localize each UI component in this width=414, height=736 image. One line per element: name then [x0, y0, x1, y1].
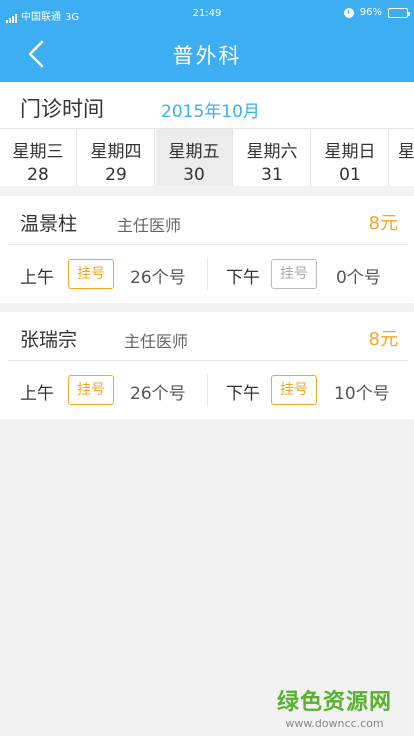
schedule-label: 门诊时间: [20, 97, 104, 121]
watermark-url: www.downcc.com: [285, 717, 384, 730]
alarm-clock-icon: [343, 7, 354, 18]
schedule-header: 门诊时间 2015年10月: [0, 82, 414, 128]
watermark-title: 绿色资源网: [276, 690, 392, 715]
doctor-card: 温景柱 主任医师 8元 上午 挂号 26个号 下午 挂号 0个号: [0, 196, 414, 303]
date-number: 29: [105, 165, 127, 185]
date-cell-partial[interactable]: 星: [390, 129, 414, 186]
divider: [8, 360, 408, 361]
date-cell[interactable]: 星期六 31: [234, 129, 311, 186]
morning-slot-count: 26个号: [130, 268, 186, 288]
date-number: 31: [261, 165, 283, 185]
doctor-name: 温景柱: [20, 213, 78, 235]
date-number: 01: [339, 165, 361, 185]
date-number: 28: [27, 165, 49, 185]
doctor-card: 张瑞宗 主任医师 8元 上午 挂号 26个号 下午 挂号 10个号: [0, 312, 414, 419]
top-bar: 中国联通 3G 21:49 96% 普外科: [0, 0, 414, 82]
afternoon-label: 下午: [226, 268, 260, 288]
doctor-price: 8元: [368, 329, 398, 350]
date-weekday: 星期六: [246, 142, 298, 162]
afternoon-register-button: 挂号: [271, 259, 317, 289]
divider: [8, 244, 408, 245]
date-strip[interactable]: 星期三 28 星期四 29 星期五 30 星期六 31 星期日 01 星: [0, 128, 414, 186]
watermark: 绿色资源网 www.downcc.com: [277, 684, 392, 730]
afternoon-label: 下午: [226, 384, 260, 404]
morning-register-button[interactable]: 挂号: [68, 375, 114, 405]
date-number: 30: [183, 165, 205, 185]
morning-label: 上午: [20, 384, 54, 404]
afternoon-slot-count: 10个号: [334, 384, 390, 404]
date-weekday: 星期三: [12, 142, 64, 162]
battery-percent: 96%: [359, 7, 382, 18]
date-cell-selected[interactable]: 星期五 30: [156, 129, 233, 186]
date-cell[interactable]: 星期日 01: [312, 129, 389, 186]
status-right: 96%: [343, 7, 410, 18]
slot-separator: [207, 258, 208, 290]
doctor-title: 主任医师: [117, 216, 182, 235]
doctor-title: 主任医师: [124, 332, 189, 351]
date-weekday: 星期日: [324, 142, 376, 162]
status-bar: 中国联通 3G 21:49 96%: [0, 0, 414, 26]
afternoon-register-button[interactable]: 挂号: [271, 375, 317, 405]
schedule-month[interactable]: 2015年10月: [161, 97, 260, 122]
date-weekday: 星期四: [90, 142, 142, 162]
morning-slot-count: 26个号: [130, 384, 186, 404]
afternoon-slot-count: 0个号: [336, 268, 381, 288]
date-weekday: 星期五: [168, 142, 220, 162]
page-title: 普外科: [172, 44, 242, 68]
doctor-price: 8元: [368, 213, 398, 234]
battery-icon: [388, 7, 410, 18]
date-cell[interactable]: 星期三 28: [0, 129, 77, 186]
date-cell[interactable]: 星期四 29: [78, 129, 155, 186]
doctor-name: 张瑞宗: [20, 329, 78, 351]
nav-bar: 普外科: [0, 26, 414, 82]
slot-separator: [207, 374, 208, 406]
morning-register-button[interactable]: 挂号: [68, 259, 114, 289]
date-weekday: 星: [398, 142, 414, 162]
morning-label: 上午: [20, 268, 54, 288]
